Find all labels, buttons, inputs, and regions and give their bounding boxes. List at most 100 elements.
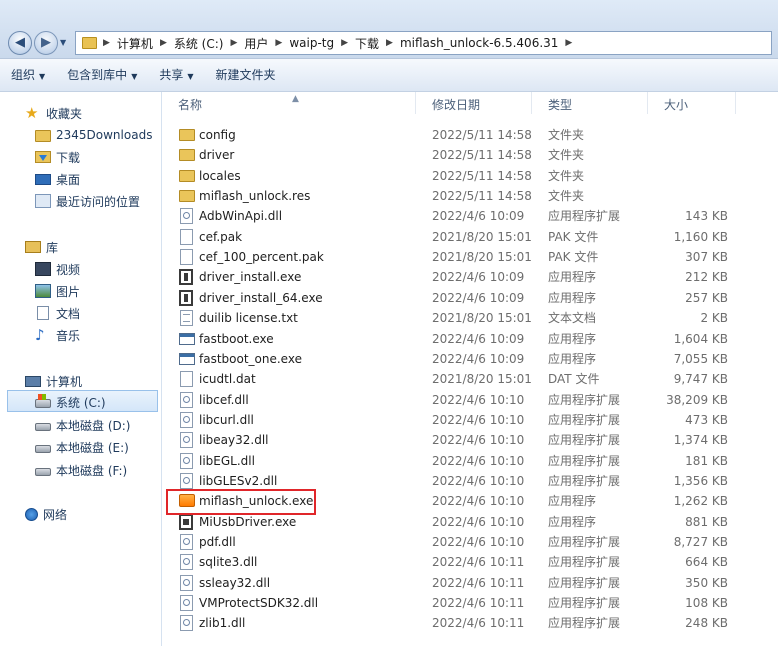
nav-drive-e[interactable]: 本地磁盘 (E:) <box>35 436 129 458</box>
file-size: 350 KB <box>685 575 728 590</box>
column-label: 大小 <box>664 98 689 112</box>
share-menu[interactable]: 共享 ▼ <box>148 59 204 91</box>
file-row[interactable]: libcef.dll 2022/4/6 10:10 应用程序扩展 38,209 KB <box>162 390 778 410</box>
address-path[interactable]: ▶ 计算机 ▶ 系统 (C:) ▶ 用户 ▶ waip-tg ▶ 下载 ▶ miflash… <box>75 31 772 55</box>
file-row[interactable]: libeay32.dll 2022/4/6 10:10 应用程序扩展 1,374 KB <box>162 430 778 450</box>
column-header-date[interactable]: 修改日期 <box>416 92 532 114</box>
file-row[interactable]: driver 2022/5/11 14:58 文件夹 <box>162 145 778 165</box>
nav-music[interactable]: ♪ 音乐 <box>35 324 80 346</box>
breadcrumb-drive-c[interactable]: 系统 (C:) ▶ <box>169 35 240 52</box>
file-date: 2022/4/6 10:11 <box>432 575 525 590</box>
forward-button[interactable]: ▶ <box>34 31 58 55</box>
file-date: 2022/4/6 10:09 <box>432 331 525 346</box>
file-type: 应用程序扩展 <box>548 575 621 590</box>
file-name: cef.pak <box>199 229 243 244</box>
include-in-library-menu[interactable]: 包含到库中 ▼ <box>56 59 148 91</box>
file-size: 2 KB <box>700 311 728 326</box>
back-button[interactable]: ◀ <box>8 31 32 55</box>
file-name: zlib1.dll <box>199 616 246 631</box>
file-row[interactable]: icudtl.dat 2021/8/20 15:01 DAT 文件 9,747 KB <box>162 369 778 389</box>
dll-file-icon <box>180 574 193 591</box>
file-date: 2021/8/20 15:01 <box>432 250 532 265</box>
file-row[interactable]: pdf.dll 2022/4/6 10:10 应用程序扩展 8,727 KB <box>162 532 778 552</box>
documents-library-icon <box>37 306 49 320</box>
generic-file-icon <box>180 249 193 266</box>
file-size: 1,374 KB <box>673 433 728 448</box>
nav-computer[interactable]: 计算机 <box>25 370 82 392</box>
nav-network[interactable]: 网络 <box>25 503 67 525</box>
recent-pages-dropdown-icon[interactable]: ▼ <box>60 38 70 48</box>
file-name: libeay32.dll <box>199 433 269 448</box>
file-size: 38,209 KB <box>666 392 728 407</box>
nav-libraries[interactable]: 库 <box>25 236 58 258</box>
file-row[interactable]: fastboot_one.exe 2022/4/6 10:09 应用程序 7,055 … <box>162 349 778 369</box>
file-date: 2021/8/20 15:01 <box>432 372 532 387</box>
new-folder-button[interactable]: 新建文件夹 <box>205 59 287 91</box>
nav-drive-c[interactable]: 系统 (C:) <box>35 391 106 413</box>
column-label: 名称 <box>178 98 203 112</box>
nav-2345downloads[interactable]: 2345Downloads <box>35 124 152 146</box>
file-date: 2022/5/11 14:58 <box>432 189 532 204</box>
breadcrumb-arrow-icon[interactable]: ▶ <box>563 38 574 48</box>
breadcrumb-arrow-icon[interactable]: ▶ <box>273 38 284 48</box>
breadcrumb-user[interactable]: waip-tg ▶ <box>284 36 350 50</box>
nav-drive-f[interactable]: 本地磁盘 (F:) <box>35 459 127 481</box>
nav-desktop[interactable]: 桌面 <box>35 168 80 190</box>
nav-videos[interactable]: 视频 <box>35 258 80 280</box>
file-size: 108 KB <box>685 596 728 611</box>
file-size: 181 KB <box>685 453 728 468</box>
file-type: 应用程序扩展 <box>548 412 621 427</box>
file-row[interactable]: ssleay32.dll 2022/4/6 10:11 应用程序扩展 350 KB <box>162 573 778 593</box>
file-size <box>652 125 728 145</box>
nav-label: 视频 <box>56 262 81 277</box>
nav-recent-places[interactable]: 最近访问的位置 <box>35 190 140 212</box>
file-row[interactable]: driver_install.exe 2022/4/6 10:09 应用程序 212 … <box>162 267 778 287</box>
column-header-type[interactable]: 类型 <box>532 92 648 114</box>
nav-favorites[interactable]: ★ 收藏夹 <box>25 102 82 124</box>
file-name: libEGL.dll <box>199 453 255 468</box>
file-row[interactable]: libGLESv2.dll 2022/4/6 10:10 应用程序扩展 1,356 K… <box>162 471 778 491</box>
file-row[interactable]: cef.pak 2021/8/20 15:01 PAK 文件 1,160 KB <box>162 227 778 247</box>
file-row[interactable]: miflash_unlock.res 2022/5/11 14:58 文件夹 <box>162 186 778 206</box>
breadcrumb-downloads[interactable]: 下载 ▶ <box>350 35 395 52</box>
nav-drive-d[interactable]: 本地磁盘 (D:) <box>35 414 130 436</box>
breadcrumb-arrow-icon[interactable]: ▶ <box>101 38 112 48</box>
file-type: 应用程序 <box>548 351 597 366</box>
organize-menu[interactable]: 组织 ▼ <box>0 59 56 91</box>
file-row[interactable]: libcurl.dll 2022/4/6 10:10 应用程序扩展 473 KB <box>162 410 778 430</box>
column-header-size[interactable]: 大小 <box>648 92 736 114</box>
breadcrumb-arrow-icon[interactable]: ▶ <box>384 38 395 48</box>
nav-pictures[interactable]: 图片 <box>35 280 80 302</box>
file-size: 1,160 KB <box>673 229 728 244</box>
file-row[interactable]: libEGL.dll 2022/4/6 10:10 应用程序扩展 181 KB <box>162 451 778 471</box>
breadcrumb-users[interactable]: 用户 ▶ <box>239 35 284 52</box>
file-type: 应用程序扩展 <box>548 453 621 468</box>
file-row[interactable]: fastboot.exe 2022/4/6 10:09 应用程序 1,604 KB <box>162 329 778 349</box>
file-size: 664 KB <box>685 555 728 570</box>
file-row[interactable]: duilib license.txt 2021/8/20 15:01 文本文档 2 K… <box>162 308 778 328</box>
file-date: 2022/4/6 10:09 <box>432 209 525 224</box>
breadcrumb-arrow-icon[interactable]: ▶ <box>158 38 169 48</box>
nav-documents[interactable]: 文档 <box>35 302 80 324</box>
file-row[interactable]: cef_100_percent.pak 2021/8/20 15:01 PAK 文件… <box>162 247 778 267</box>
file-row[interactable]: sqlite3.dll 2022/4/6 10:11 应用程序扩展 664 KB <box>162 552 778 572</box>
breadcrumb-arrow-icon[interactable]: ▶ <box>228 38 239 48</box>
breadcrumb-label: 系统 (C:) <box>173 36 224 51</box>
breadcrumb-arrow-icon[interactable]: ▶ <box>339 38 350 48</box>
breadcrumb-computer[interactable]: 计算机 ▶ <box>112 35 169 52</box>
file-row[interactable]: AdbWinApi.dll 2022/4/6 10:09 应用程序扩展 143 KB <box>162 206 778 226</box>
nav-label: 文档 <box>56 306 81 321</box>
file-row[interactable]: zlib1.dll 2022/4/6 10:11 应用程序扩展 248 KB <box>162 613 778 633</box>
column-header-name[interactable]: ▲ 名称 <box>162 92 416 114</box>
file-row[interactable]: config 2022/5/11 14:58 文件夹 <box>162 125 778 145</box>
hard-drive-icon <box>35 444 51 453</box>
file-row[interactable]: VMProtectSDK32.dll 2022/4/6 10:11 应用程序扩展 10… <box>162 593 778 613</box>
file-row[interactable]: driver_install_64.exe 2022/4/6 10:09 应用程序 2… <box>162 288 778 308</box>
nav-downloads[interactable]: 下载 <box>35 146 80 168</box>
breadcrumb-current-folder[interactable]: miflash_unlock-6.5.406.31 ▶ <box>395 36 574 50</box>
file-row[interactable]: locales 2022/5/11 14:58 文件夹 <box>162 166 778 186</box>
nav-label: 库 <box>46 240 59 255</box>
file-size: 1,262 KB <box>673 494 728 509</box>
file-date: 2022/5/11 14:58 <box>432 148 532 163</box>
system-drive-icon <box>35 394 51 408</box>
